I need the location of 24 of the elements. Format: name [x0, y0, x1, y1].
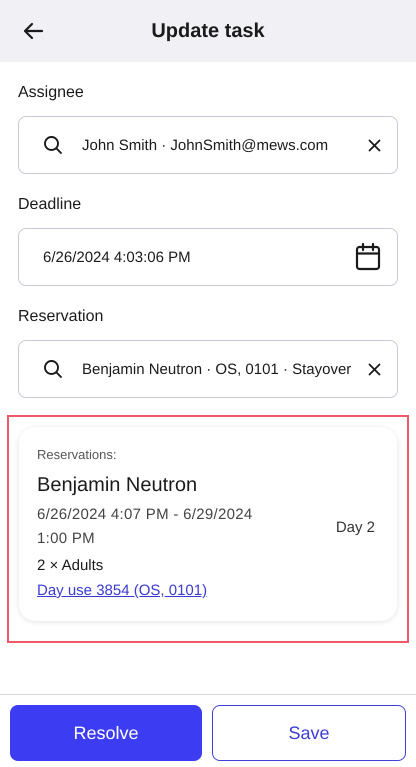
calendar-icon[interactable] — [355, 243, 381, 271]
guest-count: 2 × Adults — [37, 557, 104, 574]
input-field[interactable]: 6/26/2024 4:03:06 PM — [18, 228, 398, 286]
field-label: Reservation — [18, 308, 104, 326]
back-icon[interactable] — [22, 22, 44, 40]
clear-icon[interactable] — [368, 362, 381, 376]
stay-day: Day 2 — [336, 518, 375, 536]
input-field[interactable]: John Smith · JohnSmith@mews.com — [18, 116, 398, 174]
card-heading: Reservations: — [37, 447, 116, 462]
reservation-dates: 6/26/2024 4:07 PM - 6/29/2024 1:00 PM — [37, 505, 254, 549]
field-label: Assignee — [18, 84, 84, 102]
field-value: 6/26/2024 4:03:06 PM — [43, 248, 192, 266]
screen-title: Update task — [151, 20, 265, 42]
reservation-link[interactable]: Day use 3854 (OS, 0101) — [37, 582, 208, 599]
input-field[interactable]: Benjamin Neutron · OS, 0101 · Stayover — [18, 340, 398, 398]
clear-icon[interactable] — [368, 138, 381, 152]
field-label: Deadline — [18, 196, 82, 214]
field-value: John Smith · JohnSmith@mews.com — [82, 136, 330, 154]
resolve-button[interactable]: Resolve — [10, 705, 202, 761]
guest-name: Benjamin Neutron — [37, 474, 198, 497]
search-icon — [43, 135, 63, 155]
field-value: Benjamin Neutron · OS, 0101 · Stayover — [82, 360, 352, 378]
search-icon — [43, 359, 63, 379]
save-button[interactable]: Save — [212, 705, 406, 761]
